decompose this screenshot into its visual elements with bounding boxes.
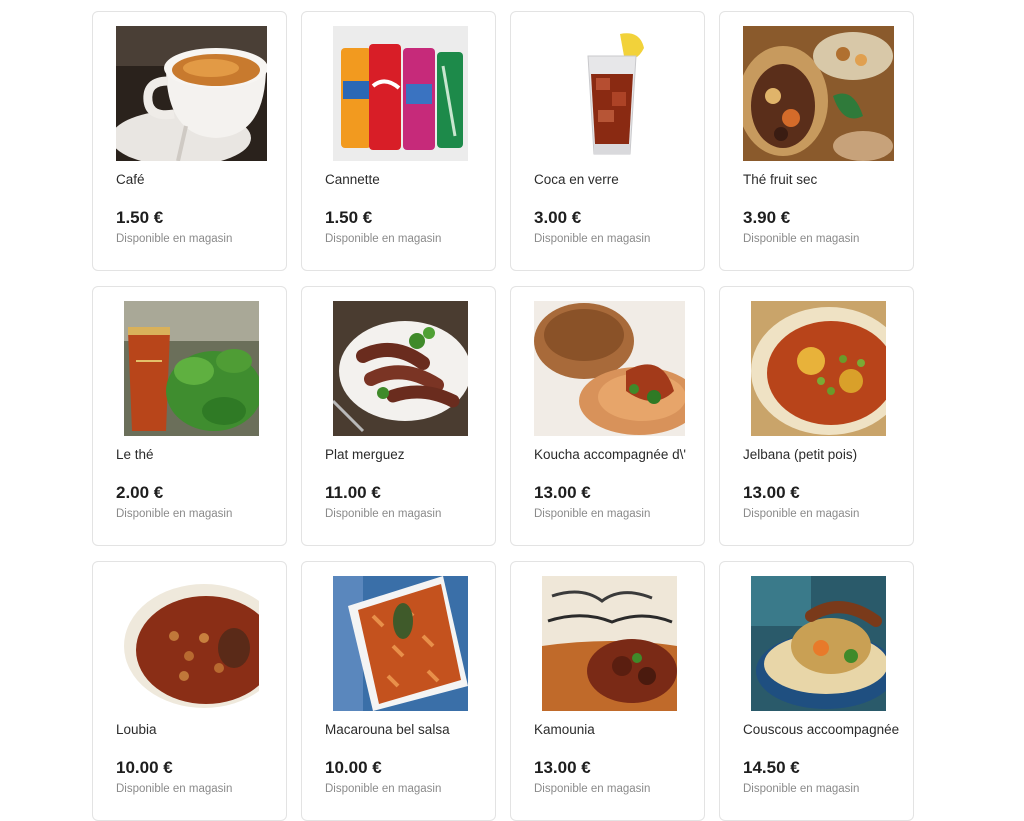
- product-availability: Disponible en magasin: [116, 233, 233, 245]
- product-card[interactable]: Koucha accompagnée d\' 13.00 € Disponibl…: [510, 286, 705, 546]
- product-price: 3.90 €: [743, 208, 791, 227]
- soda-cans-photo: [333, 26, 468, 161]
- product-card[interactable]: Le thé 2.00 € Disponible en magasin: [92, 286, 287, 546]
- cola-glass-photo: [542, 26, 677, 161]
- jelbana-stew-photo: [751, 301, 886, 436]
- dried-fruits-photo: [743, 26, 894, 161]
- merguez-plate-photo: [333, 301, 468, 436]
- product-name: Plat merguez: [325, 447, 405, 462]
- product-availability: Disponible en magasin: [325, 783, 442, 795]
- product-grid: Café 1.50 € Disponible en magasin Cannet…: [92, 11, 914, 821]
- product-price: 3.00 €: [534, 208, 582, 227]
- product-name: Coca en verre: [534, 172, 619, 187]
- product-card[interactable]: Cannette 1.50 € Disponible en magasin: [301, 11, 496, 271]
- product-name: Kamounia: [534, 722, 595, 737]
- product-availability: Disponible en magasin: [325, 508, 442, 520]
- product-card[interactable]: Macarouna bel salsa 10.00 € Disponible e…: [301, 561, 496, 821]
- kamounia-tajine-photo: [542, 576, 677, 711]
- product-card[interactable]: Thé fruit sec 3.90 € Disponible en magas…: [719, 11, 914, 271]
- product-name: Thé fruit sec: [743, 172, 818, 187]
- product-name: Couscous accoompagnée: [743, 722, 899, 737]
- mint-tea-photo: [124, 301, 259, 436]
- product-price: 13.00 €: [534, 758, 591, 777]
- koucha-dish-photo: [534, 301, 685, 436]
- product-availability: Disponible en magasin: [116, 508, 233, 520]
- couscous-bowl-photo: [751, 576, 886, 711]
- product-card[interactable]: Couscous accoompagnée 14.50 € Disponible…: [719, 561, 914, 821]
- product-availability: Disponible en magasin: [534, 233, 651, 245]
- product-availability: Disponible en magasin: [743, 233, 860, 245]
- product-name: Le thé: [116, 447, 154, 462]
- product-availability: Disponible en magasin: [743, 783, 860, 795]
- product-availability: Disponible en magasin: [116, 783, 233, 795]
- product-availability: Disponible en magasin: [325, 233, 442, 245]
- product-name: Macarouna bel salsa: [325, 722, 450, 737]
- coffee-cup-photo: [116, 26, 267, 161]
- product-price: 10.00 €: [116, 758, 173, 777]
- product-price: 1.50 €: [116, 208, 164, 227]
- product-availability: Disponible en magasin: [743, 508, 860, 520]
- product-price: 11.00 €: [325, 483, 381, 502]
- product-price: 14.50 €: [743, 758, 800, 777]
- product-card[interactable]: Kamounia 13.00 € Disponible en magasin: [510, 561, 705, 821]
- bean-stew-photo: [124, 576, 259, 711]
- product-price: 10.00 €: [325, 758, 382, 777]
- product-card[interactable]: Jelbana (petit pois) 13.00 € Disponible …: [719, 286, 914, 546]
- product-price: 1.50 €: [325, 208, 373, 227]
- product-name: Loubia: [116, 722, 157, 737]
- product-name: Cannette: [325, 172, 380, 187]
- product-card[interactable]: Coca en verre 3.00 € Disponible en magas…: [510, 11, 705, 271]
- product-card[interactable]: Loubia 10.00 € Disponible en magasin: [92, 561, 287, 821]
- product-availability: Disponible en magasin: [534, 508, 651, 520]
- product-price: 2.00 €: [116, 483, 164, 502]
- product-price: 13.00 €: [743, 483, 800, 502]
- product-name: Koucha accompagnée d\': [534, 447, 686, 462]
- product-name: Jelbana (petit pois): [743, 447, 858, 462]
- product-price: 13.00 €: [534, 483, 591, 502]
- product-availability: Disponible en magasin: [534, 783, 651, 795]
- product-card[interactable]: Café 1.50 € Disponible en magasin: [92, 11, 287, 271]
- product-card[interactable]: Plat merguez 11.00 € Disponible en magas…: [301, 286, 496, 546]
- product-name: Café: [116, 172, 145, 187]
- pasta-sauce-photo: [333, 576, 468, 711]
